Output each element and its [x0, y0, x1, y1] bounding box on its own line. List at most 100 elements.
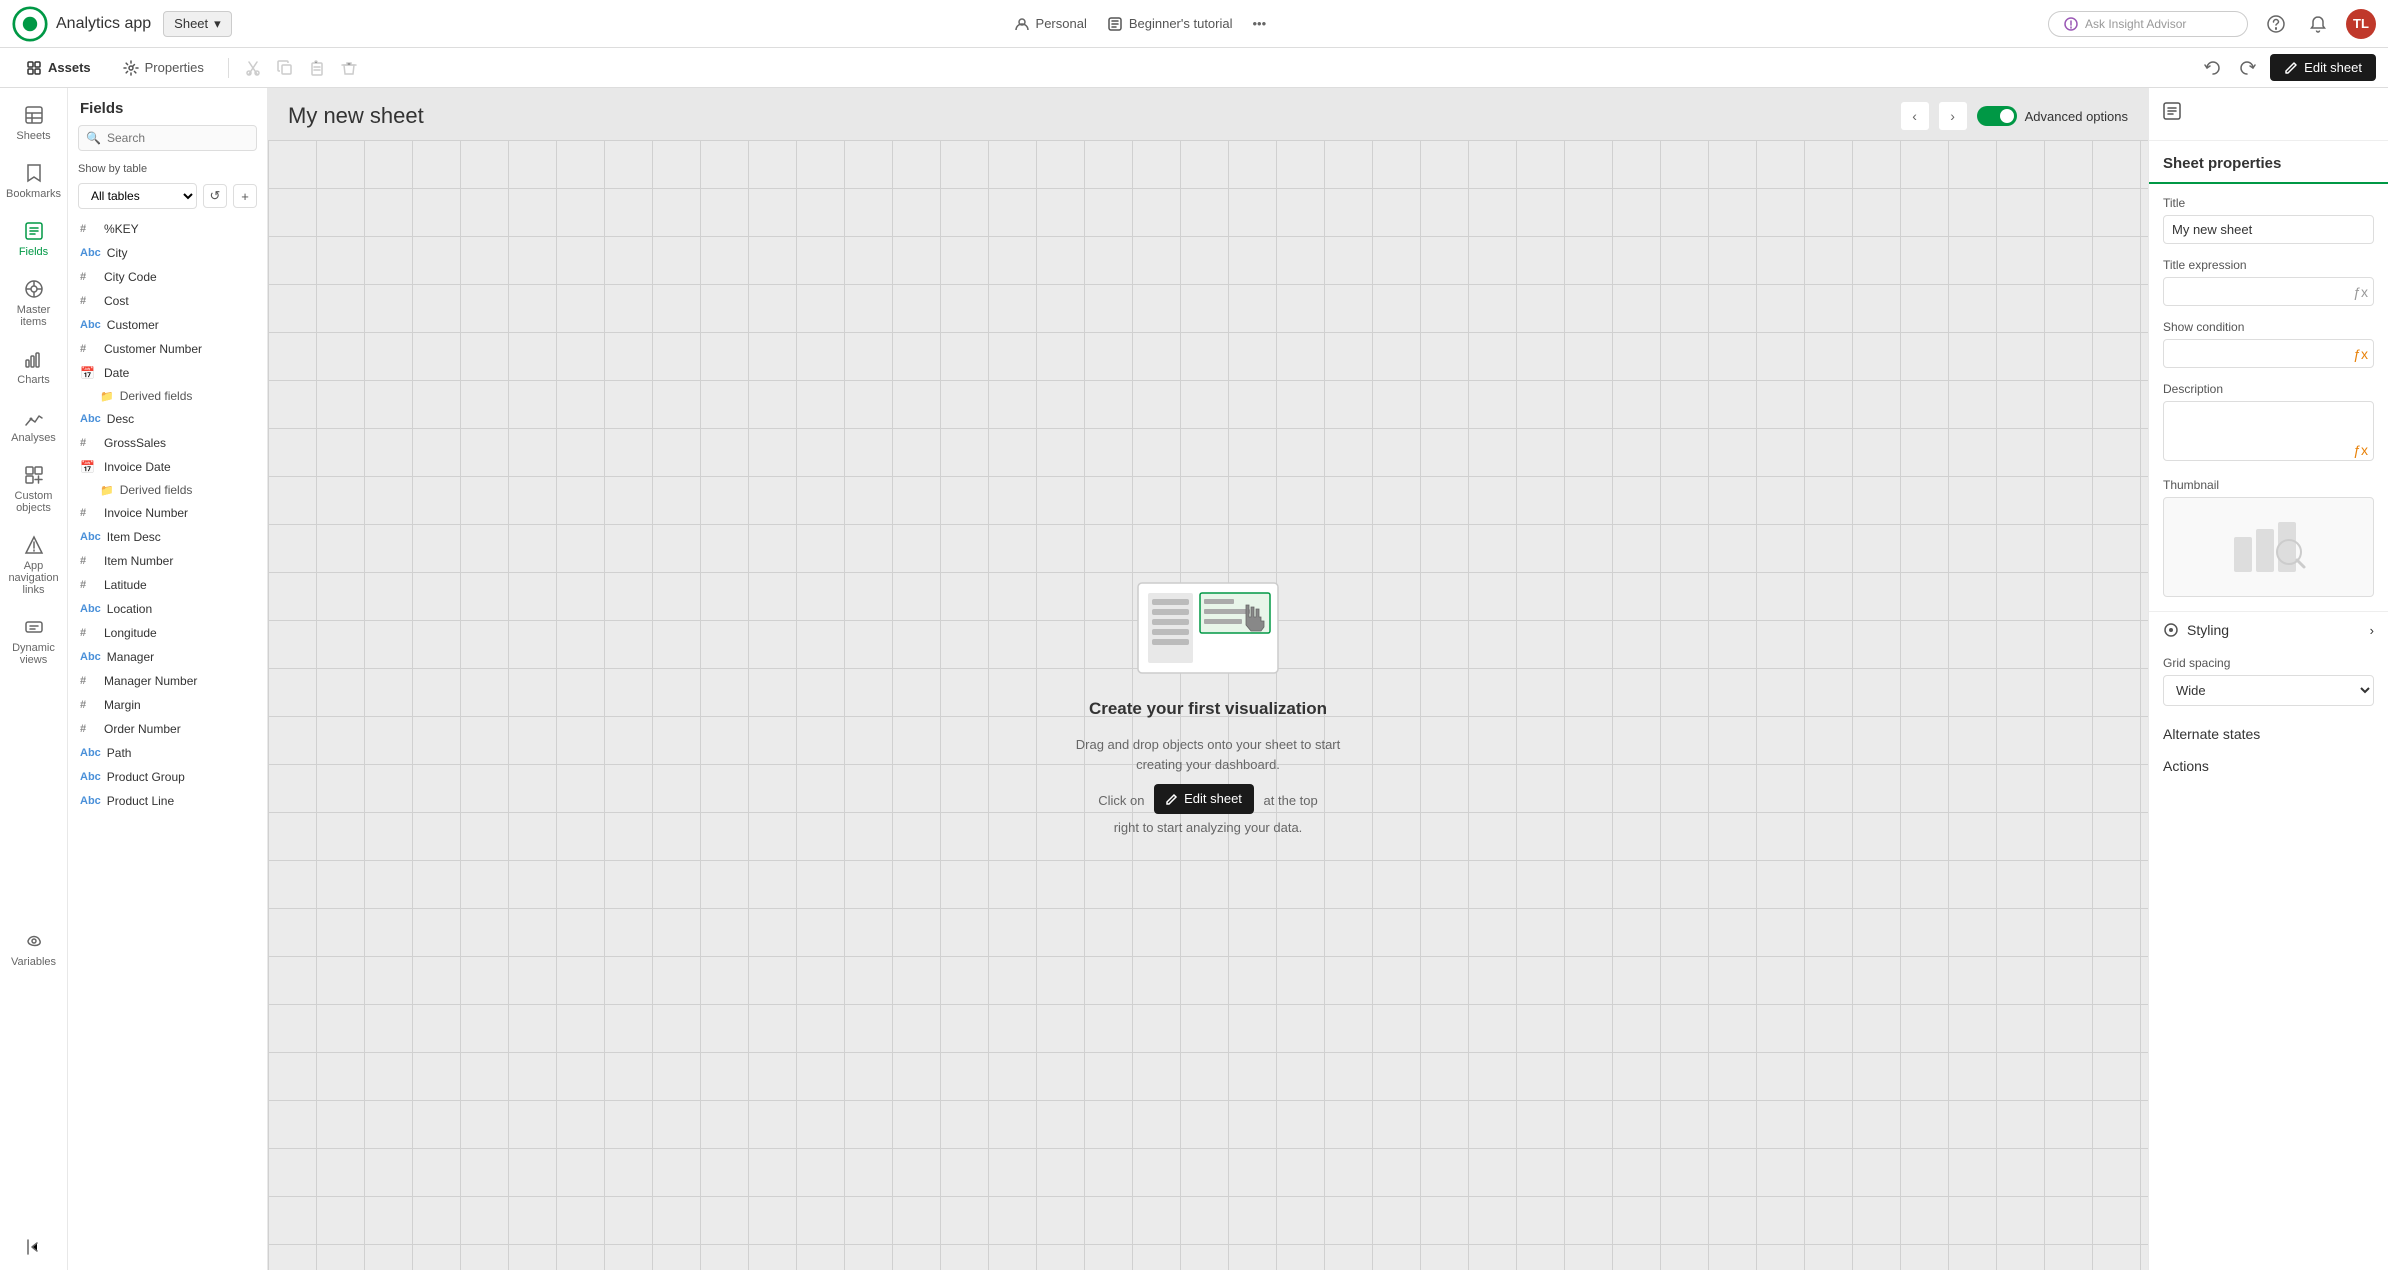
topbar-right: Ask Insight Advisor TL — [2048, 9, 2376, 39]
paste-button[interactable] — [303, 54, 331, 82]
rp-grid-spacing-section: Grid spacing Narrow Medium Wide — [2149, 648, 2388, 718]
rp-styling-section[interactable]: Styling › — [2149, 611, 2388, 648]
field-item-margin[interactable]: # Margin — [72, 693, 263, 717]
sidebar-collapse[interactable] — [6, 1228, 62, 1270]
field-item-longitude[interactable]: # Longitude — [72, 621, 263, 645]
field-name: Desc — [107, 412, 134, 426]
field-item-customer-number[interactable]: # Customer Number — [72, 337, 263, 361]
undo-button[interactable] — [2198, 54, 2226, 82]
advanced-options-toggle[interactable]: Advanced options — [1977, 106, 2128, 126]
sidebar-item-bookmarks[interactable]: Bookmarks — [6, 154, 62, 208]
create-desc-p1: Drag and drop objects onto your sheet to… — [1068, 735, 1348, 774]
inline-edit-button[interactable]: Edit sheet — [1154, 784, 1254, 814]
rp-title-input[interactable] — [2163, 215, 2374, 244]
sidebar-item-custom-objects[interactable]: Custom objects — [6, 456, 62, 522]
properties-icon — [123, 60, 139, 76]
field-item-customer[interactable]: Abc Customer — [72, 313, 263, 337]
field-item-product-group[interactable]: Abc Product Group — [72, 765, 263, 789]
help-button[interactable] — [2262, 10, 2290, 38]
field-item-location[interactable]: Abc Location — [72, 597, 263, 621]
rp-description-fx-button[interactable]: ƒx — [2353, 442, 2368, 458]
sheet-dropdown-label: Sheet — [174, 16, 208, 31]
field-item-item-number[interactable]: # Item Number — [72, 549, 263, 573]
sidebar-item-analyses[interactable]: Analyses — [6, 398, 62, 452]
sidebar-item-master-items[interactable]: Master items — [6, 270, 62, 336]
canvas-header-right: ‹ › Advanced options — [1901, 102, 2128, 130]
copy-button[interactable] — [271, 54, 299, 82]
table-select[interactable]: All tables — [78, 183, 197, 209]
field-name: Product Line — [107, 794, 174, 808]
analyses-icon — [23, 406, 45, 428]
prev-sheet-button[interactable]: ‹ — [1901, 102, 1929, 130]
topbar-tutorial[interactable]: Beginner's tutorial — [1107, 16, 1233, 32]
sidebar-item-dynamic-views[interactable]: Dynamic views — [6, 608, 62, 674]
derived-icon: 📁 — [100, 484, 114, 497]
field-item-manager[interactable]: Abc Manager — [72, 645, 263, 669]
insight-icon — [2063, 16, 2079, 32]
canvas-header: My new sheet ‹ › Advanced options — [268, 88, 2148, 140]
rp-title-expr-fx-button[interactable]: ƒx — [2353, 284, 2368, 300]
field-item-invoice-date[interactable]: 📅 Invoice Date — [72, 455, 263, 479]
tab-properties[interactable]: Properties — [109, 54, 218, 82]
tab-assets[interactable]: Assets — [12, 54, 105, 82]
rp-show-condition-label: Show condition — [2163, 320, 2374, 334]
field-item-path[interactable]: Abc Path — [72, 741, 263, 765]
cut-button[interactable] — [239, 54, 267, 82]
notifications-button[interactable] — [2304, 10, 2332, 38]
field-subitem-invoice-derived[interactable]: 📁 Derived fields — [72, 479, 263, 501]
rp-description-container: ƒx — [2163, 401, 2374, 464]
field-item-date[interactable]: 📅 Date — [72, 361, 263, 385]
field-item-city-code[interactable]: # City Code — [72, 265, 263, 289]
field-type-icon: # — [80, 699, 98, 711]
inline-edit-label: Edit sheet — [1184, 789, 1242, 809]
field-subitem-date-derived[interactable]: 📁 Derived fields — [72, 385, 263, 407]
fields-icon — [23, 220, 45, 242]
field-item-manager-number[interactable]: # Manager Number — [72, 669, 263, 693]
rp-show-condition-input[interactable] — [2163, 339, 2374, 368]
field-name: Date — [104, 366, 129, 380]
rp-title-expr-input[interactable] — [2163, 277, 2374, 306]
sheet-dropdown[interactable]: Sheet ▾ — [163, 11, 232, 37]
rp-grid-spacing-select[interactable]: Narrow Medium Wide — [2163, 675, 2374, 706]
field-item-key[interactable]: # %KEY — [72, 217, 263, 241]
field-item-order-number[interactable]: # Order Number — [72, 717, 263, 741]
rp-show-condition-fx-button[interactable]: ƒx — [2353, 346, 2368, 362]
next-sheet-button[interactable]: › — [1939, 102, 1967, 130]
add-field-button[interactable]: + — [233, 184, 257, 208]
ask-advisor-search[interactable]: Ask Insight Advisor — [2048, 11, 2248, 37]
sidebar-item-app-navigation[interactable]: App navigation links — [6, 526, 62, 604]
field-item-grosssales[interactable]: # GrossSales — [72, 431, 263, 455]
redo-button[interactable] — [2234, 54, 2262, 82]
field-item-desc[interactable]: Abc Desc — [72, 407, 263, 431]
search-input[interactable] — [78, 125, 257, 151]
field-type-icon: # — [80, 675, 98, 687]
thumbnail-box[interactable] — [2163, 497, 2374, 597]
sidebar-item-charts[interactable]: Charts — [6, 340, 62, 394]
sidebar-item-variables[interactable]: Variables — [6, 922, 62, 980]
field-item-invoice-number[interactable]: # Invoice Number — [72, 501, 263, 525]
advanced-toggle-switch[interactable] — [1977, 106, 2017, 126]
redo-icon — [2240, 60, 2256, 76]
more-icon[interactable]: ••• — [1253, 16, 1267, 31]
field-item-item-desc[interactable]: Abc Item Desc — [72, 525, 263, 549]
field-item-latitude[interactable]: # Latitude — [72, 573, 263, 597]
canvas-grid[interactable]: Create your first visualization Drag and… — [268, 140, 2148, 1270]
edit-sheet-button[interactable]: Edit sheet — [2270, 54, 2376, 81]
user-avatar[interactable]: TL — [2346, 9, 2376, 39]
advanced-options-label: Advanced options — [2025, 109, 2128, 124]
field-type-icon: # — [80, 295, 98, 307]
field-type-icon: # — [80, 579, 98, 591]
field-item-city[interactable]: Abc City — [72, 241, 263, 265]
refresh-button[interactable]: ↺ — [203, 184, 227, 208]
rp-title-label: Title — [2163, 196, 2374, 210]
delete-button[interactable] — [335, 54, 363, 82]
field-type-icon: Abc — [80, 319, 101, 331]
trash-icon — [341, 60, 357, 76]
field-item-cost[interactable]: # Cost — [72, 289, 263, 313]
chevron-right-icon: › — [2370, 623, 2374, 638]
sidebar-item-sheets[interactable]: Sheets — [6, 96, 62, 150]
tab-properties-label: Properties — [145, 60, 204, 75]
rp-description-textarea[interactable] — [2163, 401, 2374, 461]
sidebar-item-fields[interactable]: Fields — [6, 212, 62, 266]
field-item-product-line[interactable]: Abc Product Line — [72, 789, 263, 813]
